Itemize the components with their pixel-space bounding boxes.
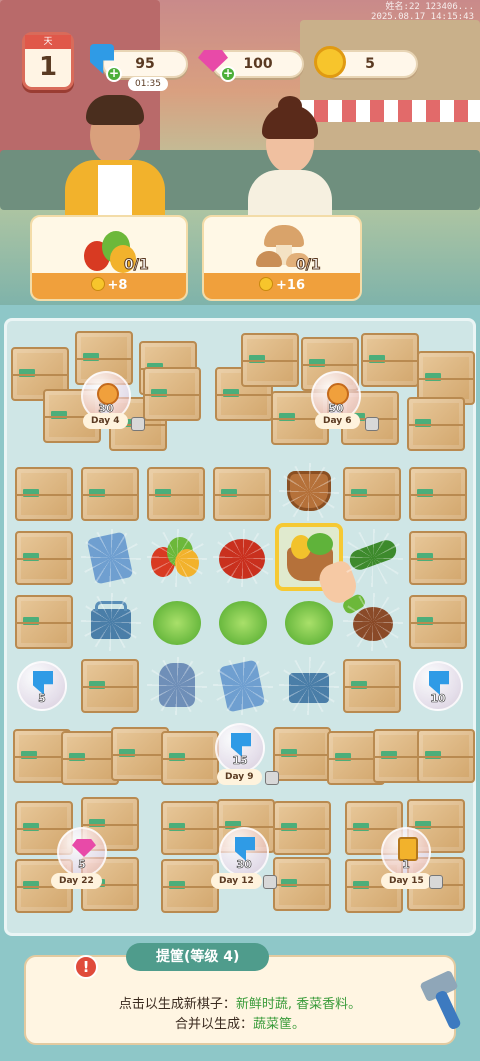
coin-icon [314, 46, 346, 78]
merge-board[interactable]: 30 Day 4 50 Day 6 5 10 15 Day 9 5 Day 22… [4, 318, 476, 936]
crate-tile[interactable] [409, 531, 467, 585]
order-1-count: 0/1 [124, 257, 150, 274]
tomato-item[interactable] [213, 529, 273, 587]
locked-area-day15[interactable]: 1 Day 15 [341, 797, 473, 927]
lettuce-item[interactable] [213, 593, 273, 651]
locked-bubble: 1 [381, 827, 431, 877]
item-info-line-2: 合并以生成：蔬菜筐。 [174, 1017, 306, 1032]
day-unlock-label: Day 22 [51, 873, 102, 889]
day-calendar-badge[interactable]: 天 1 [22, 32, 74, 90]
item-info-title: 提筐(等级 4) [126, 943, 270, 971]
order-card-2[interactable]: 0/1 +16 [202, 215, 362, 301]
locked-bubble: 15 [215, 723, 265, 773]
locked-area-day6[interactable]: 50 Day 6 [211, 327, 475, 455]
locked-area-day9[interactable]: 15 Day 9 [11, 723, 475, 789]
coin-icon [259, 277, 273, 291]
order-card-1[interactable]: 0/1 +8 [30, 215, 188, 301]
item-info-line-1: 点击以生成新棋子：新鲜时蔬, 香菜香料。 [118, 997, 362, 1012]
day-label: 天 [25, 35, 71, 49]
crate-tile[interactable] [147, 467, 205, 521]
seed-bag-item-webbed[interactable] [213, 657, 273, 715]
hammer-icon[interactable] [416, 969, 468, 1031]
cucumber-item-webbed[interactable] [343, 529, 403, 587]
basket-item-webbed[interactable] [279, 463, 339, 521]
crate-tile[interactable] [81, 467, 139, 521]
day-unlock-label: Day 6 [315, 413, 360, 429]
day-unlock-label: Day 12 [211, 873, 262, 889]
add-gem-button[interactable]: + [220, 66, 236, 82]
energy-bubble-item[interactable]: 5 [17, 661, 67, 711]
add-energy-button[interactable]: + [106, 66, 122, 82]
day-unlock-label: Day 15 [381, 873, 432, 889]
locked-bubble: 30 [219, 827, 269, 877]
day-number: 1 [38, 52, 58, 82]
crate-tile[interactable] [81, 659, 139, 713]
crate-tile[interactable] [15, 595, 73, 649]
crate-tile[interactable] [343, 467, 401, 521]
lock-icon [265, 771, 279, 785]
energy-bubble-item[interactable]: 10 [413, 661, 463, 711]
order-1-reward: +8 [32, 273, 186, 299]
seed-bag-item-webbed[interactable] [81, 529, 141, 587]
energy-timer: 01:35 [128, 77, 168, 91]
lock-icon [429, 875, 443, 889]
lock-icon [131, 417, 145, 431]
lock-icon [263, 875, 277, 889]
cooler-item-webbed[interactable] [279, 657, 339, 715]
crate-tile[interactable] [15, 531, 73, 585]
chef-man-character [60, 95, 170, 220]
seed-bag-item-webbed[interactable] [147, 657, 207, 715]
lock-icon [365, 417, 379, 431]
potato-item-webbed[interactable] [343, 593, 403, 651]
coin-icon [90, 277, 105, 291]
crate-tile[interactable] [213, 467, 271, 521]
lettuce-item[interactable] [279, 593, 339, 651]
day-unlock-label: Day 4 [83, 413, 128, 429]
lettuce-item[interactable] [147, 593, 207, 651]
system-timestamp: 姓名:22 123406... 2025.08.17 14:15:43 [371, 2, 474, 22]
crate-tile[interactable] [15, 467, 73, 521]
cooler-item-webbed[interactable] [81, 593, 141, 651]
info-alert-icon[interactable]: ! [74, 955, 98, 979]
order-2-count: 0/1 [296, 257, 322, 274]
chef-woman-character [240, 96, 340, 220]
gem-icon [72, 839, 96, 857]
locked-area-day4[interactable]: 30 Day 4 [9, 327, 201, 455]
order-2-reward: +16 [204, 273, 360, 299]
locked-bubble: 5 [57, 827, 107, 877]
crate-tile[interactable] [409, 467, 467, 521]
crate-tile[interactable] [343, 659, 401, 713]
crate-tile[interactable] [409, 595, 467, 649]
locked-area-day22[interactable]: 5 Day 22 [11, 797, 151, 927]
locked-area-day12[interactable]: 30 Day 12 [157, 797, 333, 927]
pepper-item-webbed[interactable] [147, 529, 207, 587]
day-unlock-label: Day 9 [217, 769, 262, 785]
